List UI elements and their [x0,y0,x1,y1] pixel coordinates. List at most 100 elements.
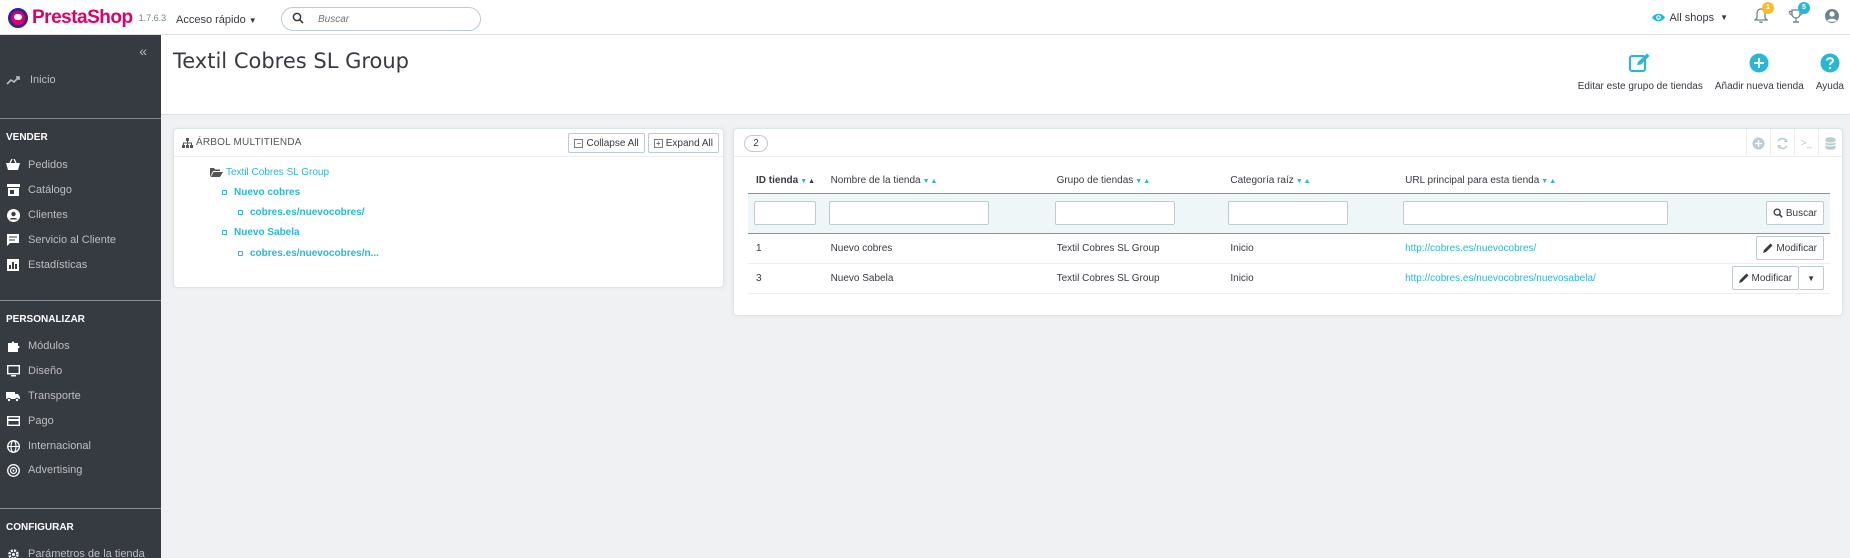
filter-id-input[interactable] [754,201,816,225]
column-header-url[interactable]: URL principal para esta tienda ▼▲ [1397,169,1723,193]
sidebar-item-clientes[interactable]: Clientes [6,205,68,225]
shop-url-link[interactable]: http://cobres.es/nuevocobres/ [1405,243,1536,254]
sidebar-item-internacional[interactable]: Internacional [6,436,91,456]
search-icon [1773,208,1783,218]
sitemap-icon [182,137,193,148]
tree-leaf-url[interactable]: cobres.es/nuevocobres/n... [238,248,379,259]
toolbar-label: Añadir nueva tienda [1714,81,1804,92]
sidebar-item-parametros-tienda[interactable]: Parámetros de la tienda [6,544,145,558]
filter-cell [1397,192,1724,234]
prestashop-logo-icon [8,8,28,28]
table-row[interactable]: 1 Nuevo cobres Textil Cobres SL Group In… [748,233,1830,264]
filter-url-input[interactable] [1403,201,1669,225]
orders-button[interactable]: 5 [1788,2,1810,27]
shop-url-link[interactable]: http://cobres.es/nuevocobres/nuevosabela… [1405,273,1596,284]
collapse-all-button[interactable]: − Collapse All [568,133,645,153]
toolbar-label: Ayuda [1815,81,1844,92]
sidebar-divider [0,300,161,301]
column-header-category[interactable]: Categoría raíz ▼▲ [1222,169,1397,193]
sidebar-item-inicio[interactable]: Inicio [0,65,161,95]
sidebar-item-label: Pago [28,415,54,427]
desktop-icon [6,364,20,378]
filter-name-input[interactable] [828,201,989,225]
sidebar-item-catalogo[interactable]: Catálogo [6,180,72,200]
column-header-label: ID tienda [756,175,799,187]
cell-name: Nuevo cobres [822,233,1049,264]
tree-node-nuevo-sabela[interactable]: Nuevo Sabela [222,227,300,238]
sql-query-icon[interactable]: >_ [1794,129,1818,157]
search-input[interactable] [318,11,468,27]
edit-button[interactable]: Modificar [1756,236,1824,260]
notifications-button[interactable]: 1 [1753,2,1774,27]
sidebar-item-modulos[interactable]: Módulos [6,336,70,356]
search-button[interactable]: Buscar [1765,201,1824,225]
column-header-group[interactable]: Grupo de tiendas ▼▲ [1049,169,1223,193]
sidebar-item-label: Internacional [28,440,91,452]
sidebar-item-servicio-al-cliente[interactable]: Servicio al Cliente [6,230,116,250]
column-header-label: Grupo de tiendas [1056,175,1134,187]
sidebar: « Inicio VENDER Pedidos Catálogo Cliente… [0,35,161,558]
expand-all-button[interactable]: + Expand All [647,133,719,153]
sidebar-item-label: Pedidos [28,159,68,171]
cell-url: http://cobres.es/nuevocobres/ [1397,233,1724,264]
database-icon[interactable] [1818,129,1842,157]
column-header-label: Nombre de la tienda [830,175,921,187]
expand-icon: + [653,138,663,148]
add-new-icon[interactable] [1746,129,1770,157]
filter-group-input[interactable] [1054,201,1175,225]
column-header-id[interactable]: ID tienda ▼▲ [748,169,823,193]
filter-row: Buscar [748,192,1830,234]
filter-cell [1048,192,1223,234]
edit-button[interactable]: Modificar [1731,266,1800,290]
sort-arrows-icon[interactable]: ▼▲ [1296,178,1312,185]
shop-selector[interactable]: All shops ▼ [1651,12,1728,24]
add-new-shop-button[interactable]: Añadir nueva tienda [1709,49,1810,92]
sidebar-item-label: Transporte [28,390,81,402]
shop-selector-label: All shops [1669,11,1715,24]
collapse-sidebar-icon[interactable]: « [139,43,147,59]
brand[interactable]: PrestaShop 1.7.6.3 [8,7,166,29]
sort-arrows-icon[interactable]: ▼▲ [923,178,939,185]
sort-arrows-icon[interactable]: ▼▲ [1135,178,1151,185]
column-header-name[interactable]: Nombre de la tienda ▼▲ [823,169,1049,193]
sidebar-item-diseno[interactable]: Diseño [6,361,62,381]
sidebar-section-personalizar: PERSONALIZAR [6,314,85,325]
tree-root-node[interactable]: Textil Cobres SL Group [210,167,329,178]
quick-access-menu[interactable]: Acceso rápido ▼ [176,14,257,26]
quick-access-label: Acceso rápido [176,14,246,26]
table-row[interactable]: 3 Nuevo Sabela Textil Cobres SL Group In… [748,263,1830,294]
sidebar-item-advertising[interactable]: Advertising [6,460,82,480]
user-circle-icon [1825,9,1839,23]
caret-down-icon: ▼ [1807,273,1815,283]
shop-list-panel: 2 >_ ID tienda ▼▲ Nombre de la tienda ▼▲ G… [733,128,1843,316]
sidebar-item-pago[interactable]: Pago [6,411,54,431]
more-actions-dropdown[interactable]: ▼ [1799,266,1824,290]
search-box[interactable] [281,7,481,31]
employee-menu[interactable] [1824,8,1840,27]
filter-cell [748,192,823,234]
sort-arrows-icon[interactable]: ▼▲ [800,178,816,185]
tree-leaf-url[interactable]: cobres.es/nuevocobres/ [238,207,365,218]
edit-button-label: Modificar [1776,242,1817,254]
panel-title-text: ÁRBOL MULTITIENDA [196,137,302,148]
folder-open-icon [210,168,223,177]
sidebar-item-pedidos[interactable]: Pedidos [6,155,68,175]
sidebar-item-label: Servicio al Cliente [28,234,117,246]
panel-heading: ÁRBOL MULTITIENDA − Collapse All + Expand … [174,129,723,157]
tree-node-label: Nuevo Sabela [234,227,300,238]
sidebar-item-transporte[interactable]: Transporte [6,386,81,406]
refresh-icon[interactable] [1770,129,1794,157]
edit-shop-group-button[interactable]: Editar este grupo de tiendas [1572,49,1709,92]
cell-actions: Modificar [1723,233,1830,264]
sidebar-item-estadisticas[interactable]: Estadísticas [6,255,87,275]
filter-category-input[interactable] [1228,201,1349,225]
advertising-icon [6,463,20,477]
tree-node-label: Nuevo cobres [234,187,301,198]
sort-arrows-icon[interactable]: ▼▲ [1541,178,1557,185]
tree-node-label: cobres.es/nuevocobres/n... [250,248,379,259]
tree-node-nuevo-cobres[interactable]: Nuevo cobres [222,187,300,198]
help-button[interactable]: Ayuda [1810,49,1850,92]
chat-icon [6,233,20,247]
tree-bullet-icon [222,230,227,235]
tree-actions: − Collapse All + Expand All [565,133,719,153]
